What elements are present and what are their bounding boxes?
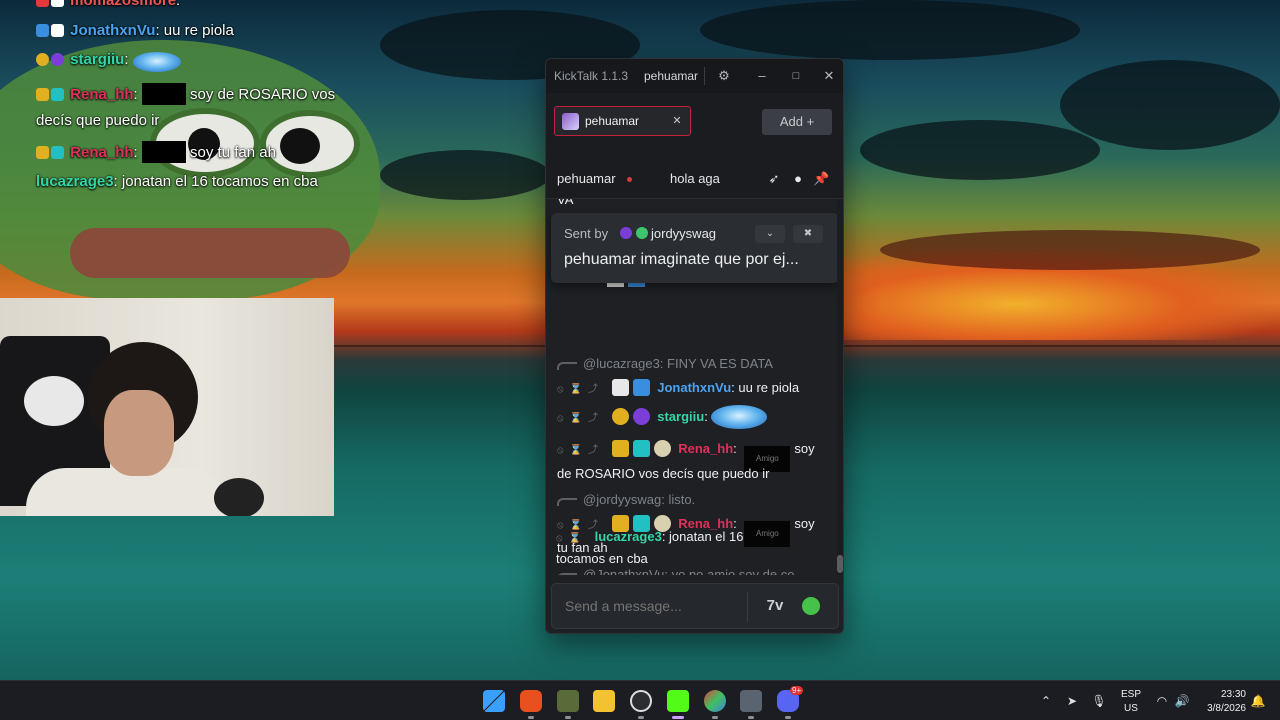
message-fragment: VA	[557, 199, 574, 207]
game-app-icon[interactable]	[557, 690, 579, 712]
running-indicator	[748, 716, 754, 719]
running-indicator	[785, 716, 791, 719]
overlay-line: stargiiu:	[36, 51, 181, 72]
running-indicator	[672, 716, 684, 719]
tab-pehuamar[interactable]: pehuamar ✕	[554, 106, 691, 136]
webcam-feed	[0, 298, 334, 516]
overlay-line: momazosmore:	[36, 0, 180, 9]
avatar	[562, 113, 579, 130]
file-explorer-icon[interactable]	[593, 690, 615, 712]
username[interactable]: stargiiu	[657, 409, 704, 424]
crown-icon	[611, 440, 629, 457]
chat-message[interactable]: ⦸⌛⤴ stargiiu:	[557, 405, 829, 430]
windows-start-icon[interactable]	[483, 690, 505, 712]
notifications-bell-icon[interactable]: 🔔	[1250, 693, 1266, 709]
badge-icon	[632, 408, 650, 425]
pinned-text: pehuamar imaginate que por ej...	[564, 251, 799, 268]
running-indicator	[528, 716, 534, 719]
close-button[interactable]: ✕	[819, 66, 839, 86]
chat-message[interactable]: ⦸⌛ lucazrage3: jonatan el 16	[556, 526, 828, 550]
7tv-emote-button[interactable]: 7v	[764, 596, 786, 616]
user-icon[interactable]: ●	[790, 171, 806, 187]
volume-icon[interactable]: 🔊	[1174, 693, 1190, 709]
running-indicator	[638, 716, 644, 719]
reply-context[interactable]: @jordyyswag: listo.	[557, 492, 695, 507]
title-username[interactable]: pehuamar	[644, 69, 698, 83]
username[interactable]: Rena_hh	[678, 441, 733, 456]
notification-badge: 9+	[790, 686, 804, 695]
chat-message-wrap: tocamos en cba	[556, 551, 648, 566]
username[interactable]: lucazrage3	[595, 529, 662, 544]
badge-icon	[611, 379, 629, 396]
scrollbar-thumb[interactable]	[837, 555, 843, 573]
badge-icon	[632, 379, 650, 396]
running-indicator	[712, 716, 718, 719]
pinned-username[interactable]: jordyyswag	[651, 226, 716, 241]
chat-messages[interactable]: VA Sent by jordyyswag ⌄ ✖ pehuamar imagi…	[546, 199, 837, 575]
live-indicator-icon	[627, 177, 632, 182]
subscriber-badge-icon	[620, 227, 632, 239]
badge-icon	[653, 440, 671, 457]
gear-icon[interactable]: ⚙	[714, 66, 734, 86]
chat-header: pehuamar hola aga ➶ ● 📌	[546, 159, 843, 199]
tab-label: pehuamar	[585, 114, 640, 128]
google-drive-icon[interactable]	[704, 690, 726, 712]
mod-tools-icon[interactable]: ⦸⌛	[556, 528, 587, 550]
streamer-name[interactable]: pehuamar	[557, 171, 616, 186]
app-icon[interactable]	[740, 690, 762, 712]
brave-browser-icon[interactable]	[520, 690, 542, 712]
reply-context[interactable]: @lucazrage3: FINY VA ES DATA	[557, 356, 773, 371]
language-indicator[interactable]: ESP	[1118, 689, 1144, 700]
input-divider	[747, 592, 748, 622]
unpin-icon[interactable]: ✖	[793, 225, 823, 243]
title-bar[interactable]: KickTalk 1.1.3 pehuamar ⚙ – □ ✕	[546, 59, 843, 93]
wifi-icon[interactable]: ◠	[1154, 693, 1170, 709]
tab-close-icon[interactable]: ✕	[670, 114, 684, 128]
chevron-up-icon[interactable]: ⌃	[1038, 693, 1054, 709]
badge-icon	[632, 440, 650, 457]
running-indicator	[565, 716, 571, 719]
chatroom-tabs: pehuamar ✕ Add +	[546, 93, 843, 159]
chat-messages-bottom: ⦸⌛ lucazrage3: jonatan el 16 tocamos en …	[545, 526, 836, 574]
rocket-icon[interactable]: ➶	[766, 171, 782, 187]
overlay-line: decís que puedo ir	[36, 112, 160, 129]
app-title: KickTalk 1.1.3	[554, 69, 629, 83]
overlay-line: lucazrage3: jonatan el 16 tocamos en cba	[36, 173, 318, 190]
mod-tools-icon[interactable]: ⦸⌛⤴	[557, 379, 604, 401]
overlay-line: JonathxnVu: uu re piola	[36, 22, 234, 39]
scrollbar[interactable]	[837, 199, 843, 575]
mod-tools-icon[interactable]: ⦸⌛⤴	[557, 440, 604, 462]
microphone-icon[interactable]: 🎙	[1091, 693, 1107, 709]
pin-icon[interactable]: 📌	[813, 171, 829, 187]
add-chatroom-button[interactable]: Add +	[762, 109, 832, 135]
username[interactable]: JonathxnVu	[657, 380, 731, 395]
kick-emote-icon[interactable]	[802, 597, 820, 615]
overlay-line: Rena_hh: soy tu fan ah	[36, 141, 276, 163]
chat-message-wrap: de ROSARIO vos decís que puedo ir	[557, 466, 770, 481]
tray-app-icon[interactable]: ➤	[1064, 693, 1080, 709]
stream-title: hola aga	[670, 171, 720, 186]
clock-date[interactable]: 3/8/2026	[1196, 703, 1246, 714]
maximize-button[interactable]: □	[786, 66, 806, 86]
keyboard-layout[interactable]: US	[1118, 703, 1144, 714]
clock-time[interactable]: 23:30	[1196, 689, 1246, 700]
mod-tools-icon[interactable]: ⦸⌛⤴	[557, 408, 604, 430]
taskbar: 9+ ⌃ ➤ 🎙 ESP US ◠ 🔊 23:30 3/8/2026 🔔	[0, 680, 1280, 720]
obs-icon[interactable]	[630, 690, 652, 712]
title-divider	[704, 67, 705, 85]
overlay-line: Rena_hh: soy de ROSARIO vos	[36, 83, 335, 105]
verified-badge-icon	[636, 227, 648, 239]
message-input-box: 7v	[551, 583, 839, 629]
emote-icon	[711, 405, 768, 429]
chat-message[interactable]: ⦸⌛⤴ JonathxnVu: uu re piola	[557, 377, 829, 401]
kick-icon[interactable]	[667, 690, 689, 712]
chevron-down-icon[interactable]: ⌄	[755, 225, 785, 243]
minimize-button[interactable]: –	[752, 66, 772, 86]
badge-icon	[611, 408, 629, 425]
pinned-sent-by: Sent by	[564, 226, 609, 241]
message-input[interactable]	[565, 598, 735, 614]
pinned-message[interactable]: Sent by jordyyswag ⌄ ✖ pehuamar imaginat…	[551, 213, 837, 283]
